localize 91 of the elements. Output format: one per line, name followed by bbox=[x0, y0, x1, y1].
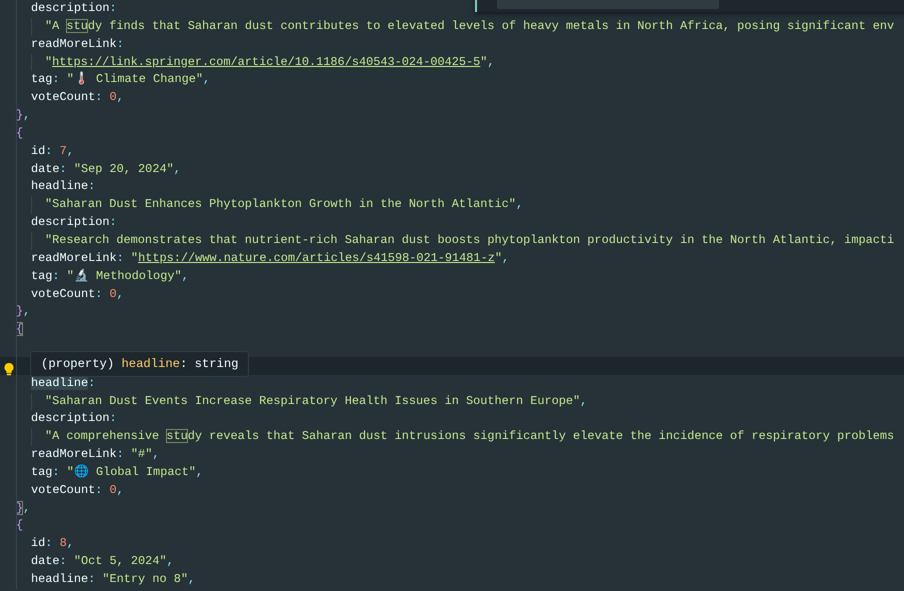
string-literal: "A comprehensive bbox=[45, 429, 160, 444]
punctuation: : bbox=[45, 536, 54, 550]
property-key: description bbox=[31, 411, 110, 426]
property-key: date bbox=[31, 554, 60, 568]
property-key: headline bbox=[31, 572, 88, 586]
property-key: description bbox=[31, 1, 110, 15]
property-key: id bbox=[31, 536, 46, 550]
string-literal: "Entry no 8" bbox=[102, 572, 188, 586]
hover-tooltip: (property) headline: string bbox=[30, 351, 250, 377]
punctuation: : bbox=[52, 72, 61, 86]
punctuation: : bbox=[60, 554, 68, 568]
number-literal: 0 bbox=[110, 90, 117, 104]
punctuation: , bbox=[66, 144, 74, 158]
punctuation: : bbox=[110, 215, 117, 230]
string-literal: dy finds that Saharan dust contributes to elevated levels of heavy metals in North Africa, posing significant env bbox=[88, 18, 894, 33]
string-literal: "Sep 20, 2024" bbox=[74, 162, 174, 176]
punctuation: , bbox=[116, 482, 124, 497]
string-literal: "Oct 5, 2024" bbox=[74, 554, 167, 568]
property-key: voteCount bbox=[31, 482, 96, 497]
property-key: date bbox=[31, 162, 60, 176]
punctuation: , bbox=[66, 536, 74, 550]
brace: } bbox=[16, 108, 24, 122]
property-key: readMoreLink bbox=[31, 250, 117, 265]
property-key: id bbox=[31, 144, 46, 158]
property-key: tag bbox=[31, 464, 52, 479]
string-literal: "🌡 Climate Change" bbox=[66, 72, 204, 86]
punctuation: : bbox=[95, 90, 104, 104]
punctuation: : bbox=[95, 482, 104, 497]
punctuation: , bbox=[196, 464, 204, 479]
punctuation: : bbox=[88, 179, 96, 194]
url-link[interactable]: https://link.springer.com/article/10.1186/s40543-024-00425-5 bbox=[52, 54, 480, 69]
punctuation: : bbox=[60, 162, 68, 176]
punctuation: : bbox=[110, 411, 117, 426]
search-match: stu bbox=[166, 429, 188, 444]
property-key: voteCount bbox=[31, 90, 96, 104]
string-literal: dy reveals that Saharan dust intrusions significantly elevate the incidence of respiratory problems bbox=[188, 429, 894, 444]
punctuation: : bbox=[52, 464, 61, 479]
lightbulb-icon[interactable] bbox=[3, 362, 15, 376]
string-literal: " bbox=[45, 54, 52, 69]
string-literal: "Saharan Dust Enhances Phytoplankton Growth in the North Atlantic" bbox=[45, 197, 516, 212]
string-literal: "🔬 Methodology" bbox=[66, 268, 182, 283]
punctuation: , bbox=[188, 572, 196, 586]
punctuation: , bbox=[502, 250, 510, 265]
punctuation: : bbox=[95, 286, 104, 300]
string-literal: "🌐 Global Impact" bbox=[66, 464, 196, 479]
punctuation: , bbox=[203, 72, 210, 86]
string-literal: " bbox=[480, 54, 488, 69]
punctuation: , bbox=[174, 162, 181, 176]
punctuation: : bbox=[110, 1, 117, 15]
brace: { bbox=[16, 126, 24, 140]
punctuation: : bbox=[116, 447, 125, 462]
property-key: readMoreLink bbox=[31, 36, 117, 51]
number-literal: 0 bbox=[110, 482, 117, 497]
punctuation: , bbox=[23, 108, 30, 122]
punctuation: , bbox=[23, 304, 30, 318]
string-literal: " bbox=[494, 250, 502, 265]
brace: } bbox=[16, 500, 24, 515]
punctuation: : bbox=[52, 268, 61, 283]
punctuation: , bbox=[182, 268, 189, 283]
brace: { bbox=[16, 518, 24, 532]
string-literal: "Saharan Dust Events Increase Respiratory Health Issues in Southern Europe" bbox=[45, 394, 580, 408]
punctuation: : bbox=[88, 376, 96, 390]
punctuation: , bbox=[516, 197, 524, 212]
punctuation: , bbox=[487, 54, 495, 69]
search-match: stu bbox=[66, 18, 88, 33]
brace: } bbox=[16, 304, 24, 318]
string-literal: " bbox=[130, 250, 138, 265]
number-literal: 0 bbox=[110, 286, 117, 300]
punctuation: , bbox=[580, 394, 588, 408]
punctuation: : bbox=[45, 144, 54, 158]
punctuation: , bbox=[23, 500, 30, 515]
punctuation: : bbox=[88, 572, 96, 586]
punctuation: , bbox=[116, 286, 124, 300]
number-literal: 7 bbox=[60, 144, 67, 158]
punctuation: : bbox=[116, 250, 125, 265]
property-key: tag bbox=[31, 268, 52, 283]
string-literal: "Research demonstrates that nutrient-rich Saharan dust boosts phytoplankton productivity in the North Atlantic, impacti bbox=[45, 232, 894, 247]
number-literal: 8 bbox=[60, 536, 67, 550]
brace: { bbox=[16, 322, 24, 336]
punctuation: , bbox=[166, 554, 174, 568]
string-literal: "A bbox=[45, 18, 60, 33]
property-key: headline bbox=[31, 179, 88, 194]
property-key: description bbox=[31, 215, 110, 230]
property-key: voteCount bbox=[31, 286, 96, 300]
string-literal: "#" bbox=[130, 447, 152, 462]
property-key: readMoreLink bbox=[31, 447, 117, 462]
punctuation: , bbox=[116, 90, 124, 104]
punctuation: , bbox=[152, 447, 160, 462]
property-key: tag bbox=[31, 72, 52, 86]
punctuation: : bbox=[116, 36, 124, 51]
url-link[interactable]: https://www.nature.com/articles/s41598-021-91481-z bbox=[138, 250, 495, 265]
